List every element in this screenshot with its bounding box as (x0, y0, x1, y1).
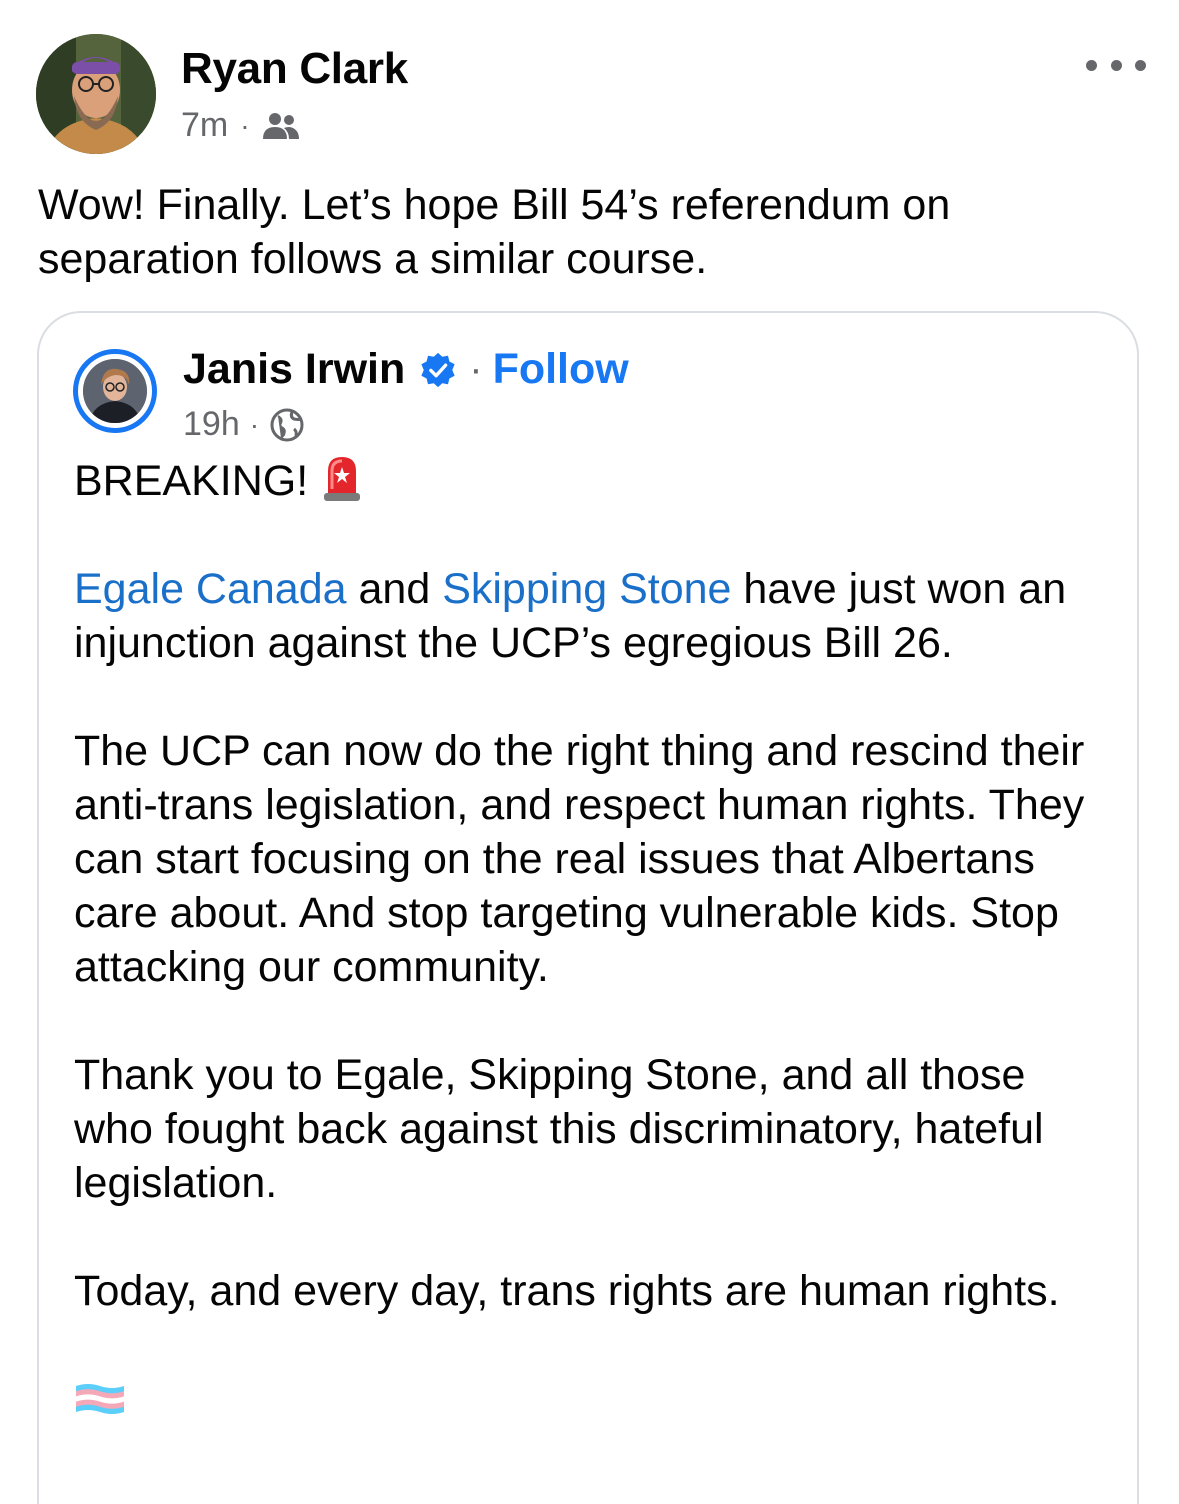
paragraph-2: The UCP can now do the right thing and r… (74, 727, 1085, 991)
paragraph-3: Thank you to Egale, Skipping Stone, and … (74, 1051, 1044, 1207)
avatar-photo (36, 34, 156, 154)
breaking-text: BREAKING! (74, 457, 309, 505)
more-options-icon[interactable] (1086, 50, 1146, 80)
header-separator: · (469, 347, 483, 391)
skipping-stone-link[interactable]: Skipping Stone (442, 565, 731, 613)
verified-badge-icon (421, 352, 455, 387)
post-header: Ryan Clark 7m · (36, 34, 1146, 154)
egale-canada-link[interactable]: Egale Canada (74, 565, 347, 613)
shared-header: Janis Irwin · Follow (183, 345, 629, 394)
paragraph-1: Egale Canada and Skipping Stone have jus… (74, 562, 1114, 670)
siren-emoji-icon (324, 457, 361, 501)
meta-separator: · (249, 408, 260, 440)
post-text: Wow! Finally. Let’s hope Bill 54’s refer… (38, 181, 951, 283)
breaking-line: BREAKING! (74, 453, 1114, 508)
author-name[interactable]: Ryan Clark (181, 44, 408, 94)
follow-button[interactable]: Follow (493, 345, 629, 394)
friends-icon (262, 112, 299, 139)
shared-meta: 19h · (183, 405, 305, 444)
shared-author-avatar[interactable] (73, 349, 157, 433)
globe-icon (270, 408, 304, 441)
trans-flag-emoji-icon (76, 1384, 124, 1414)
shared-post-body: BREAKING! Egale Canada and Skipping Ston… (74, 453, 1114, 1429)
shared-post-card[interactable]: Janis Irwin · Follow 19h · BREAKING! Ega… (37, 311, 1139, 1504)
post-meta: 7m · (181, 106, 300, 145)
shared-author-name[interactable]: Janis Irwin (183, 345, 405, 394)
post-time[interactable]: 7m (181, 106, 228, 145)
author-avatar[interactable] (36, 34, 156, 154)
facebook-post: Ryan Clark 7m · Wow! Finally. Let’s hope… (0, 0, 1179, 1504)
meta-separator: · (240, 109, 250, 141)
shared-avatar-photo (83, 359, 147, 423)
paragraph-4: Today, and every day, trans rights are h… (74, 1267, 1060, 1315)
shared-time[interactable]: 19h (183, 405, 240, 444)
para1-and: and (346, 565, 443, 613)
